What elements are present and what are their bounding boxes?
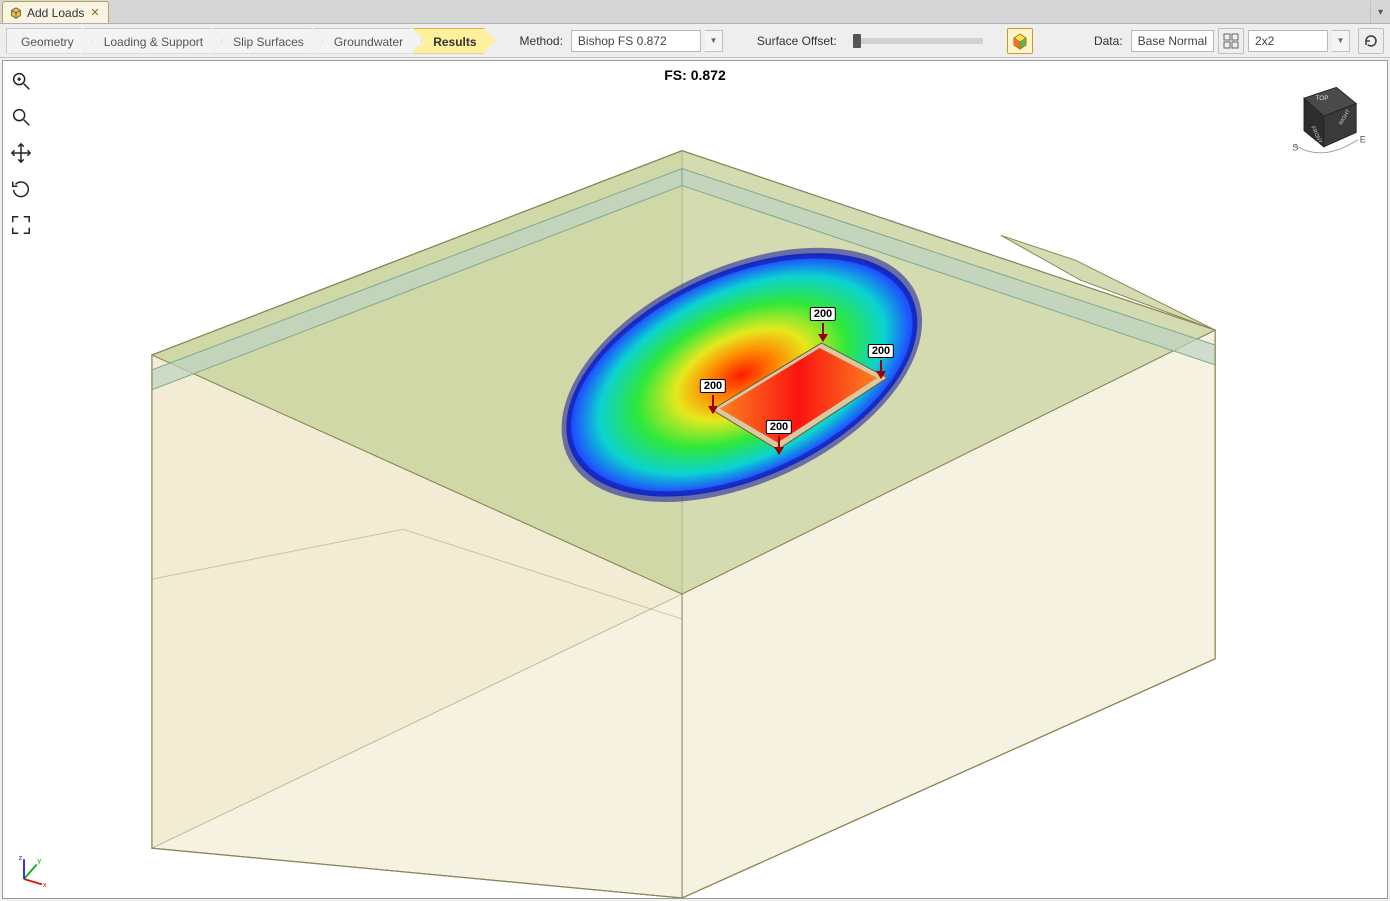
method-value: Bishop FS 0.872 bbox=[578, 34, 667, 48]
method-dropdown-icon[interactable]: ▼ bbox=[705, 30, 723, 52]
method-label: Method: bbox=[520, 34, 563, 48]
svg-text:x: x bbox=[43, 880, 47, 888]
pan-tool[interactable] bbox=[7, 139, 35, 167]
model-cube-icon bbox=[9, 6, 23, 20]
view-mode-cube-button[interactable] bbox=[1007, 28, 1033, 54]
load-arrow-icon bbox=[880, 360, 882, 378]
workflow-breadcrumb: Geometry Loading & Support Slip Surfaces… bbox=[6, 28, 496, 54]
data-select[interactable]: Base Normal bbox=[1131, 30, 1214, 52]
surface-offset-slider[interactable] bbox=[853, 38, 983, 44]
crumb-results[interactable]: Results bbox=[412, 28, 495, 54]
document-tab-label: Add Loads bbox=[27, 6, 84, 20]
svg-text:S: S bbox=[1292, 142, 1298, 152]
surface-offset-label: Surface Offset: bbox=[757, 34, 837, 48]
crumb-slip-surfaces[interactable]: Slip Surfaces bbox=[212, 28, 323, 54]
document-tab-add-loads[interactable]: Add Loads ✕ bbox=[2, 1, 109, 23]
zoom-tool[interactable] bbox=[7, 103, 35, 131]
zoom-window-tool[interactable] bbox=[7, 67, 35, 95]
load-value-3: 200 bbox=[700, 379, 726, 393]
orbit-tool[interactable] bbox=[7, 175, 35, 203]
viewport-grid-value: 2x2 bbox=[1255, 34, 1274, 48]
data-label: Data: bbox=[1094, 34, 1123, 48]
surface-offset-thumb[interactable] bbox=[853, 34, 861, 48]
data-value: Base Normal bbox=[1138, 34, 1207, 48]
load-value-2: 200 bbox=[868, 344, 894, 358]
svg-text:y: y bbox=[38, 856, 42, 865]
load-arrow-icon bbox=[822, 323, 824, 341]
tab-overflow-button[interactable]: ▾ bbox=[1370, 1, 1390, 23]
load-arrow-icon bbox=[778, 436, 780, 454]
navigation-cube[interactable]: TOP FRONT RIGHT S E bbox=[1277, 73, 1367, 163]
crumb-groundwater[interactable]: Groundwater bbox=[313, 28, 422, 54]
axis-triad-icon: x y z bbox=[15, 852, 51, 888]
svg-text:TOP: TOP bbox=[1316, 95, 1329, 102]
workflow-options-bar: Geometry Loading & Support Slip Surfaces… bbox=[0, 24, 1390, 58]
crumb-loading-support[interactable]: Loading & Support bbox=[83, 28, 222, 54]
refresh-button[interactable] bbox=[1358, 28, 1384, 54]
scene-render bbox=[3, 61, 1387, 898]
viewport-grid-dropdown-icon[interactable]: ▼ bbox=[1332, 30, 1350, 52]
close-tab-icon[interactable]: ✕ bbox=[90, 6, 99, 19]
svg-text:E: E bbox=[1360, 134, 1366, 144]
load-value-4: 200 bbox=[766, 420, 792, 434]
load-arrow-icon bbox=[712, 395, 714, 413]
zoom-extents-tool[interactable] bbox=[7, 211, 35, 239]
3d-viewport[interactable]: FS: 0.872 bbox=[2, 60, 1388, 899]
view-tool-strip bbox=[7, 67, 37, 239]
method-select[interactable]: Bishop FS 0.872 bbox=[571, 30, 701, 52]
svg-text:z: z bbox=[19, 853, 23, 862]
load-value-1: 200 bbox=[810, 307, 836, 321]
viewport-grid-select[interactable]: 2x2 bbox=[1248, 30, 1328, 52]
document-tab-bar: Add Loads ✕ ▾ bbox=[0, 0, 1390, 24]
crumb-geometry[interactable]: Geometry bbox=[6, 28, 93, 54]
viewport-grid-button[interactable] bbox=[1218, 28, 1244, 54]
